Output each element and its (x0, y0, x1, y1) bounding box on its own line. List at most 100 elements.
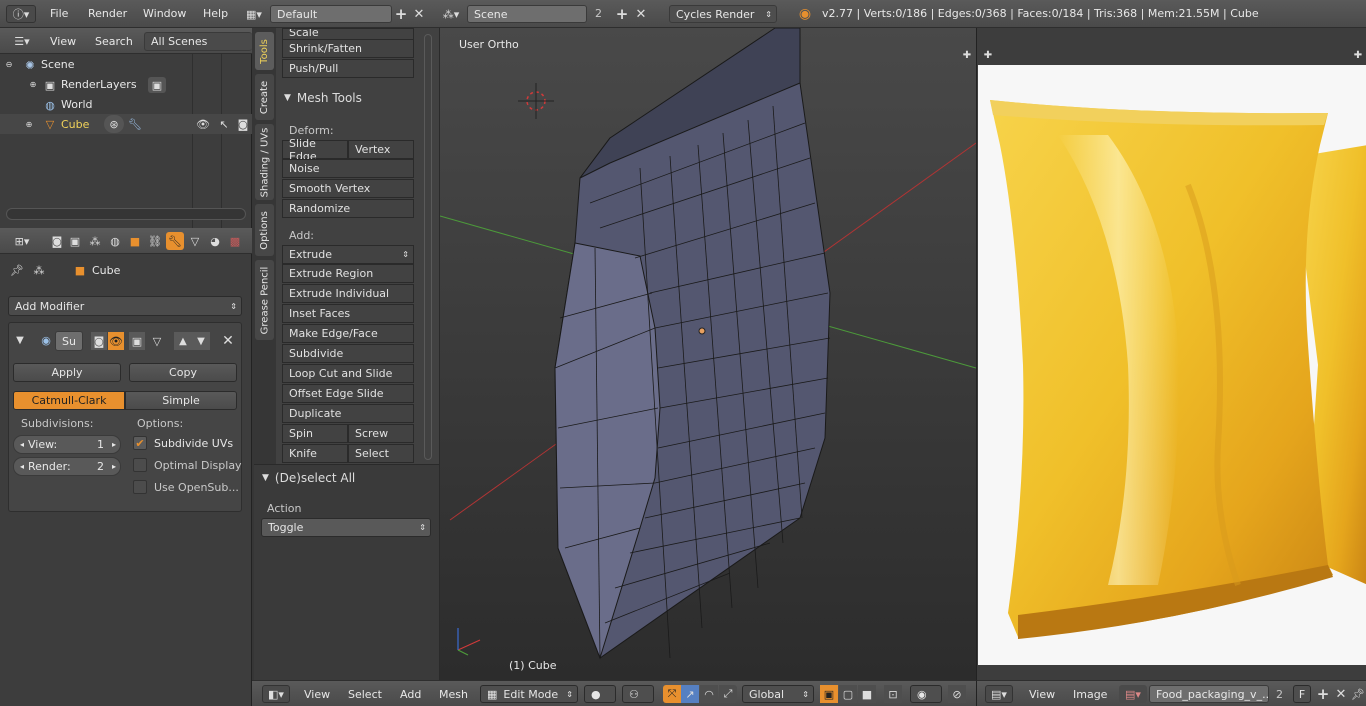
delete-screen-icon[interactable]: ✕ (411, 5, 427, 23)
render-engine-select[interactable]: Cycles Render ⇕ (669, 5, 777, 23)
tool-extrude-region[interactable]: Extrude Region (282, 264, 414, 283)
texture-tab-icon[interactable]: ▩ (226, 232, 244, 250)
pin-image-icon[interactable]: 📌︎ (1350, 685, 1366, 703)
viewport-toggle-icon[interactable]: 👁︎ (108, 332, 124, 350)
render-layer-toggle-icon[interactable]: ▣ (148, 77, 166, 93)
tool-shelf-scrollbar[interactable] (424, 34, 432, 460)
image-editor[interactable]: ✚ ✚ (976, 28, 1366, 680)
pin-icon[interactable]: 📌︎ (8, 262, 26, 278)
tool-vertex-slide[interactable]: Vertex (348, 140, 414, 159)
increment-arrow-icon[interactable]: ▸ (112, 440, 116, 449)
region-toggle-plus-icon[interactable]: ✚ (981, 48, 995, 62)
operator-panel-header[interactable]: ▼ (De)select All (262, 469, 432, 487)
tool-randomize[interactable]: Randomize (282, 199, 414, 218)
add-modifier-dropdown[interactable]: Add Modifier ⇕ (8, 296, 242, 316)
new-image-icon[interactable]: + (1315, 685, 1331, 703)
scale-manipulator-icon[interactable]: ⤢ (719, 685, 737, 703)
proportional-editing-select[interactable]: ◉ (910, 685, 942, 703)
editmode-toggle-icon[interactable]: ▣ (129, 332, 145, 350)
use-opensubdiv-checkbox[interactable] (133, 480, 147, 494)
tool-inset-faces[interactable]: Inset Faces (282, 304, 414, 323)
increment-arrow-icon[interactable]: ▸ (112, 462, 116, 471)
outliner-item-renderlayers[interactable]: RenderLayers (61, 78, 137, 91)
subdivide-uvs-checkbox[interactable]: ✔ (133, 436, 147, 450)
copy-button[interactable]: Copy (129, 363, 237, 382)
cage-toggle-icon[interactable]: ▽ (149, 332, 165, 350)
translate-manipulator-icon[interactable]: ↗ (681, 685, 699, 703)
tool-screw[interactable]: Screw (348, 424, 414, 443)
limit-selection-icon[interactable]: ⊡ (884, 685, 902, 703)
face-select-mode-icon[interactable]: ■ (858, 685, 876, 703)
decrement-arrow-icon[interactable]: ◂ (20, 440, 24, 449)
render-levels-field[interactable]: ◂ Render: 2 ▸ (13, 457, 121, 476)
render-tab-icon[interactable]: ◙ (48, 232, 66, 250)
tool-push-pull[interactable]: Push/Pull (282, 59, 414, 78)
screen-layout-field[interactable]: Default (270, 5, 392, 23)
viewport-menu-mesh[interactable]: Mesh (439, 688, 468, 701)
collapse-triangle-icon[interactable]: ▼ (13, 333, 27, 347)
menu-help[interactable]: Help (203, 7, 228, 20)
remove-modifier-icon[interactable]: ✕ (219, 332, 237, 350)
fake-user-button[interactable]: F (1293, 685, 1311, 703)
pivot-point-select[interactable]: ⚇ (622, 685, 654, 703)
image-editor-type-icon[interactable]: ▤▾ (985, 685, 1013, 703)
tool-noise[interactable]: Noise (282, 159, 414, 178)
cursor-select-icon[interactable]: ↖ (216, 116, 232, 132)
action-dropdown[interactable]: Toggle ⇕ (261, 518, 431, 537)
scene-field[interactable]: Scene (467, 5, 587, 23)
tab-tools[interactable]: Tools (255, 32, 274, 70)
outliner-display-mode[interactable]: All Scenes (144, 32, 252, 51)
tool-loop-cut-slide[interactable]: Loop Cut and Slide (282, 364, 414, 383)
catmull-clark-button[interactable]: Catmull-Clark (13, 391, 125, 410)
unlink-image-icon[interactable]: ✕ (1333, 685, 1349, 703)
tool-subdivide[interactable]: Subdivide (282, 344, 414, 363)
simple-button[interactable]: Simple (125, 391, 237, 410)
tool-spin[interactable]: Spin (282, 424, 348, 443)
tool-slide-edge[interactable]: Slide Edge (282, 137, 348, 163)
material-tab-icon[interactable]: ◕ (206, 232, 224, 250)
camera-render-icon[interactable]: ◙ (235, 116, 251, 132)
image-name-field[interactable]: Food_packaging_v_... (1149, 685, 1269, 703)
view-levels-field[interactable]: ◂ View: 1 ▸ (13, 435, 121, 454)
tab-create[interactable]: Create (255, 74, 274, 120)
tool-offset-edge-slide[interactable]: Offset Edge Slide (282, 384, 414, 403)
tool-knife[interactable]: Knife (282, 444, 348, 463)
outliner-scrollbar[interactable] (6, 208, 246, 220)
rotate-manipulator-icon[interactable]: ◠ (700, 685, 718, 703)
tool-select[interactable]: Select (348, 444, 414, 463)
eye-icon[interactable]: 👁︎ (195, 116, 211, 132)
vertex-select-mode-icon[interactable]: ▣ (820, 685, 838, 703)
tool-shrink-fatten[interactable]: Shrink/Fatten (282, 39, 414, 58)
menu-render[interactable]: Render (88, 7, 127, 20)
add-screen-icon[interactable]: + (393, 5, 409, 23)
modifiers-tab-icon[interactable]: 🔧︎ (166, 232, 184, 250)
tool-extrude-individual[interactable]: Extrude Individual (282, 284, 414, 303)
tool-make-edge-face[interactable]: Make Edge/Face (282, 324, 414, 343)
properties-editor-type-icon[interactable]: ⊞▾ (8, 232, 36, 250)
object-tab-icon[interactable]: ■ (126, 232, 144, 250)
image-menu-image[interactable]: Image (1073, 688, 1107, 701)
interaction-mode-select[interactable]: ▦ Edit Mode ⇕ (480, 685, 578, 703)
mesh-tools-panel-header[interactable]: ▼ Mesh Tools (278, 88, 418, 108)
edge-select-mode-icon[interactable]: ▢ (839, 685, 857, 703)
world-tab-icon[interactable]: ◍ (106, 232, 124, 250)
mesh-data-icon[interactable]: ⊛ (104, 115, 124, 133)
transform-orientation-select[interactable]: Global ⇕ (742, 685, 814, 703)
render-layers-tab-icon[interactable]: ▣ (66, 232, 84, 250)
outliner-editor-type-icon[interactable]: ☰▾ (8, 32, 36, 50)
apply-button[interactable]: Apply (13, 363, 121, 382)
region-toggle-plus-icon[interactable]: ✚ (1351, 48, 1365, 62)
constraints-tab-icon[interactable]: ⛓︎ (146, 232, 164, 250)
viewport-shading-select[interactable]: ● (584, 685, 616, 703)
outliner-menu-view[interactable]: View (50, 35, 76, 48)
tab-shading-uvs[interactable]: Shading / UVs (255, 124, 274, 200)
decrement-arrow-icon[interactable]: ◂ (20, 462, 24, 471)
outliner-item-world[interactable]: World (61, 98, 93, 111)
render-toggle-icon[interactable]: ◙ (91, 332, 107, 350)
data-tab-icon[interactable]: ▽ (186, 232, 204, 250)
optimal-display-checkbox[interactable] (133, 458, 147, 472)
move-up-icon[interactable]: ▲ (174, 332, 192, 350)
delete-scene-icon[interactable]: ✕ (633, 5, 649, 23)
viewport-3d[interactable]: User Ortho (1) Cube ✚ (440, 28, 976, 680)
image-menu-view[interactable]: View (1029, 688, 1055, 701)
